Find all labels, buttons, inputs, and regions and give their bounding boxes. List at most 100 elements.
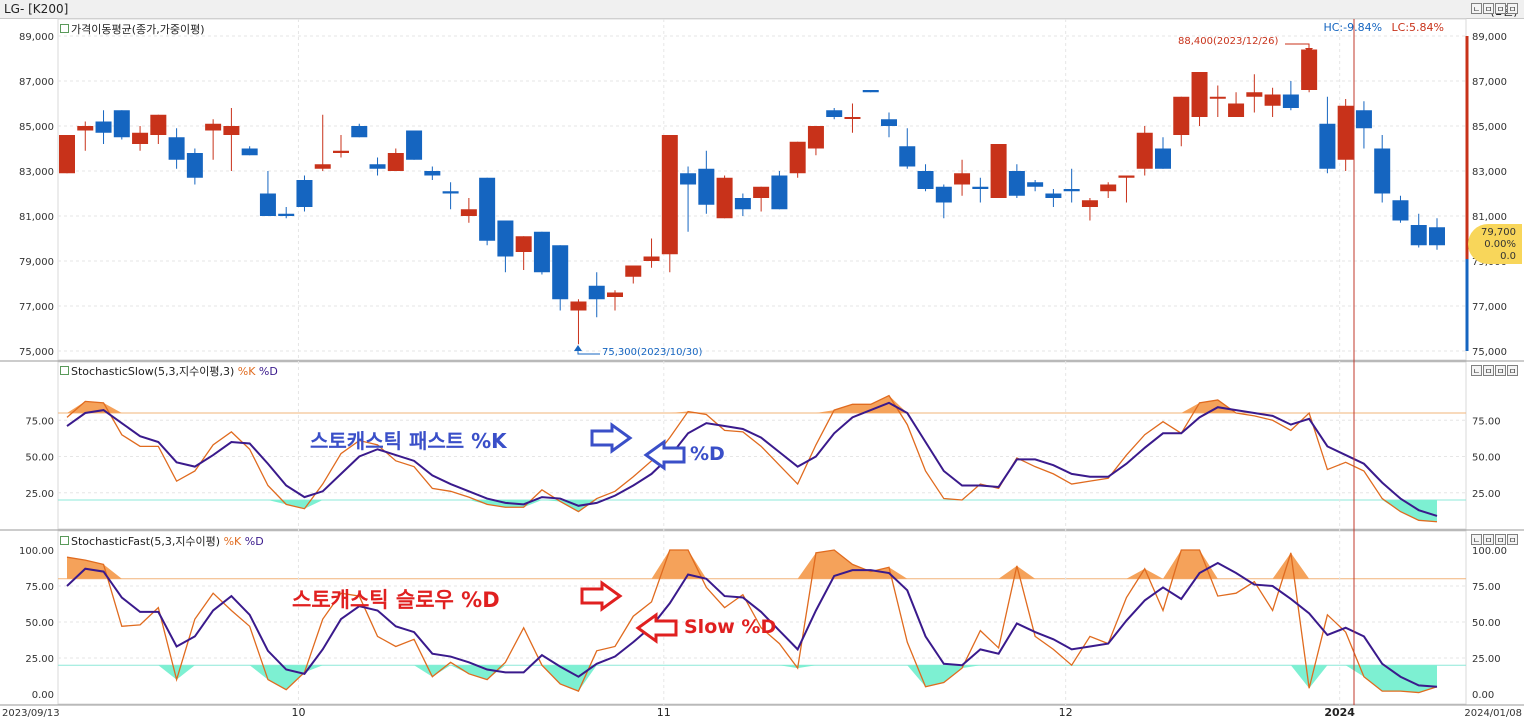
- candle-body: [1392, 200, 1409, 221]
- candle-body: [643, 256, 660, 261]
- slow-oversold-fill: [67, 500, 1437, 522]
- candle-body: [661, 135, 678, 255]
- candle-body: [1081, 200, 1098, 207]
- month-label: 11: [657, 706, 671, 719]
- current-price-badge: 79,700 0.00% 0.0: [1468, 224, 1522, 264]
- legend-toggle-icon[interactable]: [60, 536, 69, 545]
- candle-body: [588, 285, 605, 300]
- fast-tick-left: 0.00: [32, 690, 54, 701]
- candle-body: [132, 132, 149, 144]
- high-marker: [1285, 43, 1313, 53]
- legend-toggle-icon[interactable]: [60, 24, 69, 33]
- candle-body: [1027, 182, 1044, 187]
- candle-body: [734, 198, 751, 210]
- candle-body: [150, 114, 167, 135]
- restore-button[interactable]: ㄴ: [1471, 3, 1482, 14]
- month-label: 2024: [1324, 706, 1355, 719]
- candle-body: [1191, 72, 1208, 117]
- right-arrow-icon: [580, 580, 623, 612]
- fast-tick-left: 25.00: [25, 654, 54, 665]
- candle-body: [223, 126, 240, 135]
- candle-body: [497, 220, 514, 257]
- fast-tick-right: 100.00: [1472, 546, 1507, 557]
- candle-body: [1282, 94, 1299, 108]
- price-tick-left: 81,000: [19, 212, 54, 223]
- candle-body: [296, 180, 313, 207]
- restore-button[interactable]: ㄴ: [1471, 534, 1482, 545]
- candle-body: [278, 213, 295, 216]
- candle-body: [570, 301, 587, 311]
- legend-toggle-icon[interactable]: [60, 366, 69, 375]
- candle-body: [753, 186, 770, 198]
- price-legend[interactable]: 가격이동평균(종가,가중이평): [60, 21, 205, 37]
- candle-body: [680, 173, 697, 185]
- price-tick-left: 77,000: [19, 302, 54, 313]
- candle-body: [241, 148, 258, 156]
- restore-button[interactable]: ㄴ: [1471, 365, 1482, 376]
- fast-legend[interactable]: StochasticFast(5,3,지수이평) %K %D: [60, 533, 264, 549]
- price-legend-text: 가격이동평균(종가,가중이평): [71, 23, 205, 36]
- candle-body: [1246, 92, 1263, 97]
- candle-body: [77, 126, 94, 131]
- current-price: 79,700: [1481, 227, 1516, 238]
- fast-tick-right: 75.00: [1472, 582, 1501, 593]
- price-tick-left: 85,000: [19, 122, 54, 133]
- low-marker: [574, 345, 600, 355]
- maximize-button[interactable]: ㅁ: [1483, 365, 1494, 376]
- candle-body: [1429, 227, 1445, 246]
- close-button[interactable]: ㅁ: [1507, 365, 1518, 376]
- candle-body: [698, 168, 715, 205]
- maximize-button[interactable]: ㅁ: [1483, 534, 1494, 545]
- candle-body: [1301, 49, 1318, 90]
- fast-legend-k: %K: [223, 535, 242, 548]
- price-tick-right: 85,000: [1472, 122, 1507, 133]
- maximize-button[interactable]: ㅁ: [1483, 3, 1494, 14]
- candle-body: [1008, 171, 1025, 196]
- current-volume: 0.0: [1500, 251, 1516, 262]
- slow-d-sub-annotation: Slow %D: [684, 616, 777, 638]
- price-tick-right: 87,000: [1472, 77, 1507, 88]
- candle-body: [168, 137, 185, 160]
- candle-body: [1374, 148, 1391, 194]
- close-button[interactable]: ㅁ: [1507, 3, 1518, 14]
- slow-k-line: [66, 394, 1438, 523]
- candle-body: [1410, 225, 1427, 246]
- candle-body: [369, 164, 386, 169]
- fast-tick-left: 100.00: [19, 546, 54, 557]
- panel-button[interactable]: ㅁ: [1495, 365, 1506, 376]
- candle-body: [935, 186, 952, 203]
- panel-button[interactable]: ㅁ: [1495, 3, 1506, 14]
- candle-body: [1228, 103, 1245, 117]
- slow-d-annotation: 스토캐스틱 슬로우 %D: [292, 588, 500, 612]
- candle-body: [314, 164, 331, 169]
- panel-button[interactable]: ㅁ: [1495, 534, 1506, 545]
- fast-tick-right: 0.00: [1472, 690, 1494, 701]
- candle-body: [1264, 94, 1281, 106]
- slow-panel[interactable]: [57, 361, 1467, 530]
- hc-lc-readout: HC:-9.84% LC:5.84%: [1323, 21, 1444, 34]
- slow-tick-right: 25.00: [1472, 489, 1501, 500]
- price-tick-right: 83,000: [1472, 167, 1507, 178]
- candle-body: [442, 191, 459, 194]
- candle-body: [789, 141, 806, 174]
- fast-k-annotation: 스토캐스틱 패스트 %K: [310, 429, 507, 453]
- candle-body: [881, 119, 897, 126]
- price-tick-right: 75,000: [1472, 347, 1507, 358]
- slow-tick-left: 50.00: [25, 453, 54, 464]
- candle-body: [972, 186, 989, 189]
- candle-body: [990, 144, 1007, 198]
- candle-body: [917, 171, 934, 189]
- candle-body: [460, 209, 477, 216]
- fast-tick-left: 50.00: [25, 618, 54, 629]
- slow-legend[interactable]: StochasticSlow(5,3,지수이평,3) %K %D: [60, 363, 278, 379]
- fast-legend-name: StochasticFast(5,3,지수이평): [71, 535, 221, 548]
- fast-tick-right: 50.00: [1472, 618, 1501, 629]
- candle-body: [59, 135, 75, 174]
- candle-body: [1355, 110, 1372, 129]
- candle-body: [716, 177, 733, 219]
- close-button[interactable]: ㅁ: [1507, 534, 1518, 545]
- candle-body: [625, 265, 642, 277]
- candle-body: [479, 177, 496, 241]
- candle-body: [1118, 175, 1135, 178]
- price-tick-left: 83,000: [19, 167, 54, 178]
